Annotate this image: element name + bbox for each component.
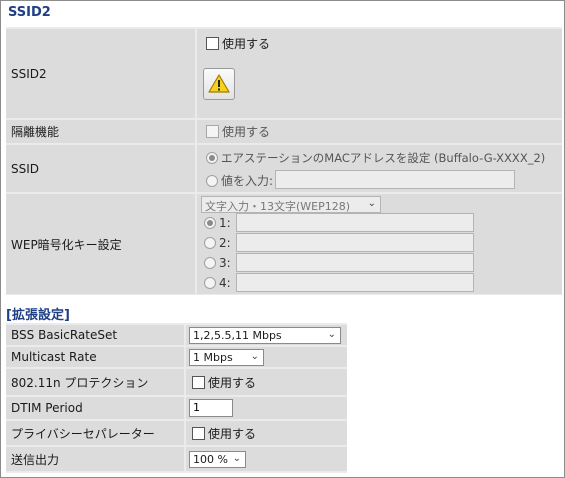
power-select[interactable]: 100 % ⌄: [189, 451, 246, 468]
protection-checkbox[interactable]: [192, 375, 205, 389]
wep-key-2-radio[interactable]: [204, 237, 216, 249]
bss-select[interactable]: 1,2,5.5,11 Mbps ⌄: [189, 327, 341, 344]
power-value-cell: 100 % ⌄: [186, 447, 347, 471]
power-value: 100 %: [193, 453, 228, 466]
bss-row: BSS BasicRateSet 1,2,5.5,11 Mbps ⌄: [6, 325, 347, 345]
bss-value-cell: 1,2,5.5,11 Mbps ⌄: [186, 325, 347, 345]
warning-icon: [208, 74, 230, 93]
multicast-label-cell: Multicast Rate: [6, 347, 184, 367]
ssid-auto-label: エアステーションのMACアドレスを設定 (Buffalo-G-XXXX_2): [221, 151, 546, 165]
ssid-label: SSID: [11, 161, 40, 176]
dtim-input[interactable]: 1: [189, 399, 233, 417]
wep-key-4-input[interactable]: [236, 273, 474, 292]
power-label: 送信出力: [11, 452, 60, 467]
wep-key-1-radio[interactable]: [204, 217, 216, 229]
warning-button[interactable]: [203, 68, 235, 100]
isolation-enable-label: 使用する: [222, 125, 271, 139]
protection-label-cell: 802.11n プロテクション: [6, 369, 184, 395]
power-label-cell: 送信出力: [6, 447, 184, 471]
extended-table: BSS BasicRateSet 1,2,5.5,11 Mbps ⌄ Multic…: [6, 323, 347, 473]
ssid2-enable-checkbox[interactable]: [206, 37, 219, 50]
wep-key-2-label: 2:: [219, 236, 231, 250]
wep-key-4-radio[interactable]: [204, 277, 216, 289]
ssid2-settings-panel: SSID2 SSID2 使用する 隔離機能 使用する SSID エアステーション…: [0, 0, 565, 478]
ssid-manual-label: 値を入力:: [221, 174, 274, 188]
privacy-value-cell: 使用する: [186, 421, 347, 445]
ssid2-enable-label: 使用する: [222, 37, 271, 51]
wep-key-3: 3:: [204, 256, 231, 270]
wep-label: WEP暗号化キー設定: [11, 237, 122, 252]
wep-label-cell: WEP暗号化キー設定: [6, 194, 195, 294]
wep-key-2: 2:: [204, 236, 231, 250]
isolation-value-cell: 使用する: [197, 120, 562, 143]
wep-key-3-input[interactable]: [236, 253, 474, 272]
dtim-label-cell: DTIM Period: [6, 397, 184, 419]
ssid2-value-cell: 使用する: [197, 29, 562, 118]
multicast-label: Multicast Rate: [11, 350, 97, 364]
chevron-down-icon: ⌄: [250, 351, 259, 362]
ssid-value-cell: エアステーションのMACアドレスを設定 (Buffalo-G-XXXX_2) 値…: [197, 145, 562, 192]
wep-key-1: 1:: [204, 216, 231, 230]
wep-key-1-label: 1:: [219, 216, 231, 230]
bss-value: 1,2,5.5,11 Mbps: [193, 329, 282, 342]
privacy-label-cell: プライバシーセパレーター: [6, 421, 184, 445]
wep-key-2-input[interactable]: [236, 233, 474, 252]
bss-label: BSS BasicRateSet: [11, 328, 118, 342]
privacy-enable-label: 使用する: [208, 426, 257, 441]
multicast-value-cell: 1 Mbps ⌄: [186, 347, 347, 367]
dtim-row: DTIM Period 1: [6, 397, 347, 419]
wep-key-4: 4:: [204, 276, 231, 290]
extended-settings-title: [拡張設定]: [6, 308, 70, 323]
privacy-label: プライバシーセパレーター: [11, 426, 155, 441]
wep-value-cell: 文字入力・13文字(WEP128) ⌄ 1: 2: 3: 4:: [197, 194, 562, 294]
power-row: 送信出力 100 % ⌄: [6, 447, 347, 471]
chevron-down-icon: ⌄: [367, 198, 376, 209]
ssid-label-cell: SSID: [6, 145, 195, 192]
wep-key-1-input[interactable]: [236, 213, 474, 232]
protection-value-cell: 使用する: [186, 369, 347, 395]
wep-key-4-label: 4:: [219, 276, 231, 290]
multicast-row: Multicast Rate 1 Mbps ⌄: [6, 347, 347, 367]
ssid-option-auto: エアステーションのMACアドレスを設定 (Buffalo-G-XXXX_2): [206, 150, 545, 166]
wep-row: WEP暗号化キー設定 文字入力・13文字(WEP128) ⌄ 1: 2: 3:: [6, 194, 562, 294]
wep-type-value: 文字入力・13文字(WEP128): [205, 200, 351, 213]
protection-row: 802.11n プロテクション 使用する: [6, 369, 347, 395]
dtim-label: DTIM Period: [11, 401, 83, 415]
privacy-row: プライバシーセパレーター 使用する: [6, 421, 347, 445]
bss-label-cell: BSS BasicRateSet: [6, 325, 184, 345]
ssid-manual-radio[interactable]: [206, 175, 218, 187]
ssid2-label-cell: SSID2: [6, 29, 195, 118]
multicast-select[interactable]: 1 Mbps ⌄: [189, 349, 264, 366]
isolation-label-cell: 隔離機能: [6, 120, 195, 143]
multicast-value: 1 Mbps: [193, 351, 233, 364]
chevron-down-icon: ⌄: [327, 329, 336, 340]
wep-key-3-radio[interactable]: [204, 257, 216, 269]
ssid-option-manual: 値を入力:: [206, 172, 273, 189]
ssid2-enable: 使用する: [206, 35, 270, 52]
chevron-down-icon: ⌄: [232, 453, 241, 464]
ssid-row: SSID エアステーションのMACアドレスを設定 (Buffalo-G-XXXX…: [6, 145, 562, 192]
wep-type-select[interactable]: 文字入力・13文字(WEP128) ⌄: [201, 196, 381, 213]
isolation-row: 隔離機能 使用する: [6, 120, 562, 143]
ssid-auto-radio[interactable]: [206, 152, 218, 164]
ssid2-row: SSID2 使用する: [6, 29, 562, 118]
privacy-checkbox[interactable]: [192, 426, 205, 440]
section-title: SSID2: [8, 5, 51, 20]
protection-label: 802.11n プロテクション: [11, 375, 149, 390]
isolation-label: 隔離機能: [11, 125, 60, 139]
dtim-value-cell: 1: [186, 397, 347, 419]
ssid-manual-input[interactable]: [275, 170, 515, 189]
ssid2-table: SSID2 使用する 隔離機能 使用する SSID エアステーションのMACアド…: [6, 27, 562, 295]
ssid2-label: SSID2: [11, 66, 47, 81]
isolation-checkbox[interactable]: [206, 125, 219, 138]
wep-key-3-label: 3:: [219, 256, 231, 270]
protection-enable-label: 使用する: [208, 375, 257, 390]
